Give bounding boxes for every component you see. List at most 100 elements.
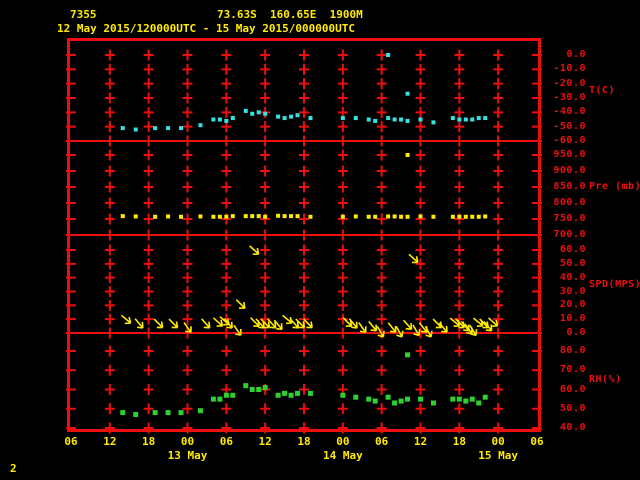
humidity-point (340, 392, 346, 398)
humidity-point (152, 410, 158, 416)
humidity-point (243, 383, 249, 389)
hour-label: 18 (142, 435, 156, 448)
humidity-point (230, 392, 236, 398)
humidity-point (463, 398, 469, 404)
temperature-point (308, 116, 313, 121)
pressure-point (418, 214, 423, 219)
temperature-point (217, 117, 222, 122)
temperature-point (392, 117, 397, 122)
temperature-point (198, 123, 203, 128)
humidity-point (366, 396, 372, 402)
temperature-point (289, 114, 294, 119)
temperature-axis-label: T(C) (589, 84, 616, 96)
pressure-point (476, 214, 481, 219)
wind-arrow (368, 320, 378, 332)
pressure-point (483, 214, 488, 219)
temperature-tick-label: -40.0 (553, 106, 586, 118)
temperature-point (133, 127, 138, 132)
humidity-point (178, 410, 184, 416)
pressure-point (353, 214, 358, 219)
wind-arrow-glyph (120, 314, 132, 325)
humidity-point (165, 410, 171, 416)
temperature-point (450, 116, 455, 121)
temperature-point (211, 117, 216, 122)
humidity-point (307, 390, 313, 396)
pressure-point (153, 214, 158, 219)
humidity-point (418, 396, 423, 402)
wind-arrow-glyph (212, 317, 224, 327)
wind_speed-tick-label: 0.0 (566, 327, 586, 338)
temperature-point (418, 117, 423, 122)
temperature-point (340, 116, 345, 121)
pressure-point (463, 214, 468, 219)
temperature-point (224, 118, 229, 123)
pressure-tick-label: 700.0 (553, 229, 586, 240)
humidity-point (262, 385, 268, 391)
humidity-point (398, 398, 404, 404)
hour-label: 06 (219, 435, 233, 448)
hour-label: 18 (452, 435, 466, 448)
pressure-point (366, 214, 371, 219)
humidity-point (385, 394, 391, 400)
humidity-point (210, 396, 216, 402)
temperature-point (373, 118, 378, 123)
temperature-tick-label: -20.0 (553, 77, 586, 89)
temperature-tick-label: 0.0 (566, 49, 586, 60)
hour-label: 12 (103, 435, 117, 448)
pressure-point (282, 214, 287, 219)
temperature-point (366, 117, 371, 122)
temperature-point (179, 126, 184, 131)
temperature-point (295, 113, 300, 118)
page-number: 2 (10, 462, 17, 475)
pressure-point (276, 213, 281, 218)
wind-arrow-glyph (249, 245, 260, 255)
wind-arrow (201, 318, 211, 329)
date-label: 13 May (167, 449, 208, 462)
humidity-point (295, 390, 301, 396)
pressure-point (250, 214, 255, 219)
wind-arrow-glyph (368, 320, 378, 332)
temperature-point (386, 53, 391, 57)
humidity-point (430, 400, 436, 406)
hour-label: 12 (258, 435, 272, 448)
date-label: 14 May (322, 449, 363, 462)
wind-arrow (432, 318, 443, 329)
pressure-tick-label: 800.0 (553, 197, 586, 208)
hour-label: 12 (413, 435, 428, 448)
hour-label: 06 (530, 435, 544, 448)
humidity-tick-label: 80.0 (559, 345, 586, 356)
temperature-point (353, 116, 358, 121)
pressure-point (386, 214, 391, 219)
hour-label: 06 (375, 435, 389, 448)
temperature-point (431, 120, 436, 125)
pressure-point (179, 214, 184, 219)
pressure-point (243, 214, 248, 219)
humidity-axis-label: RH(%) (589, 373, 622, 385)
humidity-point (405, 352, 411, 358)
wind-arrow (249, 245, 260, 255)
wind_speed-tick-label: 60.0 (559, 244, 586, 255)
wind-arrow (235, 299, 246, 309)
pressure-point (457, 214, 462, 219)
temperature-point (256, 110, 261, 115)
pressure-point (373, 214, 378, 219)
pressure-point (431, 214, 436, 219)
pressure-axis-label: Pre (mb) (589, 181, 640, 192)
pressure-point (120, 214, 125, 219)
wind_speed-tick-label: 30.0 (559, 285, 586, 297)
humidity-point (249, 387, 255, 392)
pressure-point (392, 214, 397, 219)
temperature-point (457, 117, 462, 122)
temperature-point (470, 117, 475, 122)
humidity-point (120, 410, 126, 416)
pressure-point (133, 214, 138, 219)
pressure-point (470, 214, 475, 219)
humidity-point (392, 400, 398, 406)
wind-arrow (402, 319, 413, 330)
humidity-point (450, 396, 456, 402)
wind_speed-tick-label: 20.0 (559, 299, 586, 311)
temperature-point (386, 116, 391, 121)
temperature-point (120, 126, 125, 131)
wind-arrow (168, 318, 179, 329)
temperature-tick-label: -50.0 (553, 120, 586, 132)
